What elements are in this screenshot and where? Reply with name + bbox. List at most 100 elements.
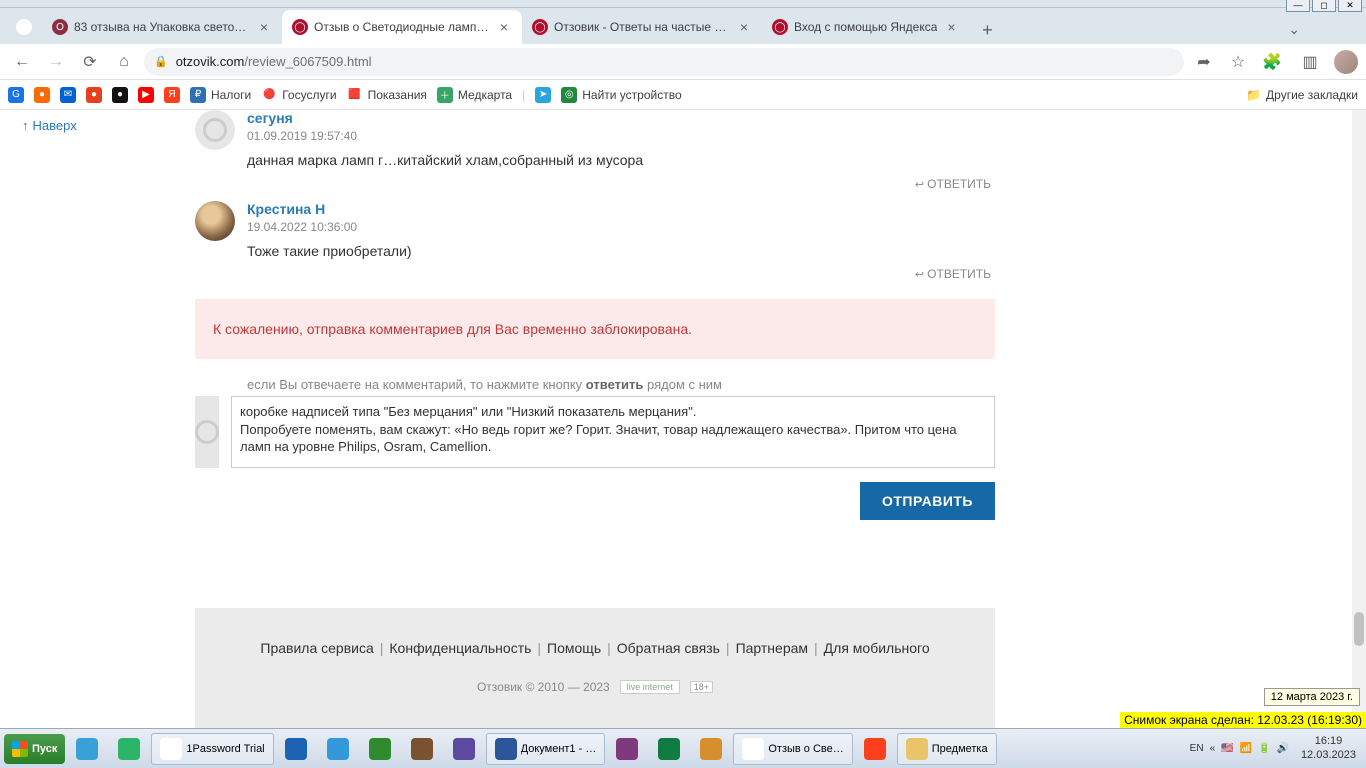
comment-textarea[interactable] <box>231 396 995 468</box>
footer-link[interactable]: Конфиденциальность <box>389 640 531 656</box>
tabs-dropdown-icon[interactable]: ⌄ <box>1282 15 1306 44</box>
extensions-icon[interactable]: 🧩 <box>1258 48 1286 76</box>
bookmark-item[interactable]: ＋Медкарта <box>437 87 512 103</box>
taskbar-app-icon <box>369 738 391 760</box>
bookmark-item[interactable]: ● <box>112 87 128 103</box>
bookmark-favicon-icon: G <box>8 87 24 103</box>
language-indicator[interactable]: EN <box>1190 743 1204 754</box>
user-avatar[interactable] <box>195 201 235 241</box>
taskbar-item[interactable]: Предметка <box>897 733 997 765</box>
submit-button[interactable]: ОТПРАВИТЬ <box>860 482 995 520</box>
window-close-button[interactable]: ✕ <box>1338 0 1362 12</box>
network-icon[interactable]: 📶 <box>1240 743 1252 754</box>
bookmark-favicon-icon: ✉ <box>60 87 76 103</box>
footer-link[interactable]: Для мобильного <box>824 640 930 656</box>
comment-username[interactable]: сегуня <box>247 110 995 126</box>
taskbar-app-icon <box>118 738 140 760</box>
tab-close-icon[interactable]: × <box>736 19 752 35</box>
taskbar-item[interactable] <box>109 733 149 765</box>
reply-link[interactable]: ОТВЕТИТЬ <box>195 267 995 281</box>
browser-tab[interactable]: G <box>6 10 42 44</box>
back-button[interactable]: ← <box>8 48 36 76</box>
bookmark-item[interactable]: ➤ <box>535 87 551 103</box>
tab-close-icon[interactable]: × <box>256 19 272 35</box>
taskbar-item[interactable]: Отзыв о Све… <box>733 733 852 765</box>
browser-tab[interactable]: ◯Вход с помощью Яндекса× <box>762 10 969 44</box>
bookmark-item[interactable]: 🔴Госуслуги <box>261 87 336 103</box>
page-viewport: ↑ Наверх сегуня 01.09.2019 19:57:40 данн… <box>0 110 1366 728</box>
taskbar-item[interactable] <box>649 733 689 765</box>
taskbar-item[interactable] <box>691 733 731 765</box>
bookmark-star-icon[interactable]: ☆ <box>1224 48 1252 76</box>
bookmark-item[interactable]: Я <box>164 87 180 103</box>
taskbar-item[interactable]: 1Password Trial <box>151 733 273 765</box>
taskbar-item[interactable] <box>318 733 358 765</box>
tab-favicon-icon: G <box>16 19 32 35</box>
bookmark-item[interactable]: ✉ <box>60 87 76 103</box>
taskbar-item[interactable] <box>607 733 647 765</box>
liveinternet-badge[interactable]: live internet <box>620 680 680 694</box>
window-titlebar: — ◻ ✕ <box>0 0 1366 8</box>
taskbar-item[interactable] <box>276 733 316 765</box>
footer-link[interactable]: Обратная связь <box>617 640 720 656</box>
window-maximize-button[interactable]: ◻ <box>1312 0 1336 12</box>
footer-link[interactable]: Партнерам <box>736 640 808 656</box>
taskbar-app-icon <box>453 738 475 760</box>
taskbar-app-icon <box>658 738 680 760</box>
footer-link[interactable]: Правила сервиса <box>260 640 373 656</box>
screenshot-info-bar: Снимок экрана сделан: 12.03.23 (16:19:30… <box>1120 712 1366 728</box>
bookmark-favicon-icon: ● <box>112 87 128 103</box>
browser-tab[interactable]: ◯Отзыв о Светодиодные лампы F× <box>282 10 522 44</box>
taskbar-item[interactable] <box>67 733 107 765</box>
system-tray: EN « 🇺🇸 📶 🔋 🔊 16:19 12.03.2023 <box>1190 735 1362 761</box>
bookmark-favicon-icon: 🔴 <box>261 87 277 103</box>
taskbar-app-icon <box>906 738 928 760</box>
home-button[interactable]: ⌂ <box>110 48 138 76</box>
bookmark-item[interactable]: ◎Найти устройство <box>561 87 681 103</box>
bookmark-item[interactable]: 🟥Показания <box>347 87 427 103</box>
bookmark-item[interactable]: ● <box>86 87 102 103</box>
scrollbar-thumb[interactable] <box>1354 612 1364 646</box>
reload-button[interactable]: ⟳ <box>76 48 104 76</box>
browser-tab[interactable]: ◯Отзовик - Ответы на частые во…× <box>522 10 762 44</box>
taskbar-item[interactable] <box>402 733 442 765</box>
scroll-to-top-link[interactable]: ↑ Наверх <box>22 118 77 133</box>
up-arrow-icon: ↑ <box>22 118 29 133</box>
tab-close-icon[interactable]: × <box>943 19 959 35</box>
start-button[interactable]: Пуск <box>4 734 65 764</box>
tab-close-icon[interactable]: × <box>496 19 512 35</box>
bookmark-favicon-icon: ◎ <box>561 87 577 103</box>
taskbar-app-icon <box>327 738 349 760</box>
browser-tab[interactable]: O83 отзыва на Упаковка светоди…× <box>42 10 282 44</box>
new-tab-button[interactable]: + <box>973 16 1001 44</box>
tray-chevron-icon[interactable]: « <box>1210 743 1216 754</box>
taskbar-clock[interactable]: 16:19 12.03.2023 <box>1295 735 1362 761</box>
footer-link[interactable]: Помощь <box>547 640 601 656</box>
tab-strip: G O83 отзыва на Упаковка светоди…×◯Отзыв … <box>0 8 1366 44</box>
forward-button[interactable]: → <box>42 48 70 76</box>
page-scrollbar[interactable] <box>1352 110 1366 728</box>
share-icon[interactable]: ➦ <box>1190 48 1218 76</box>
window-minimize-button[interactable]: — <box>1286 0 1310 12</box>
bookmark-favicon-icon: ▶ <box>138 87 154 103</box>
comment-username[interactable]: Крестина Н <box>247 201 995 217</box>
taskbar-item[interactable] <box>855 733 895 765</box>
flag-icon[interactable]: 🇺🇸 <box>1221 743 1233 754</box>
bookmark-item[interactable]: ₽Налоги <box>190 87 251 103</box>
volume-icon[interactable]: 🔊 <box>1276 743 1288 754</box>
reply-link[interactable]: ОТВЕТИТЬ <box>195 177 995 191</box>
profile-avatar-icon[interactable] <box>1334 50 1358 74</box>
reading-list-icon[interactable]: ▥ <box>1296 48 1324 76</box>
other-bookmarks[interactable]: 📁Другие закладки <box>1246 88 1358 102</box>
taskbar-item[interactable] <box>444 733 484 765</box>
comment-text: данная марка ламп г…китайский хлам,собра… <box>247 151 995 171</box>
taskbar-item[interactable]: Документ1 - … <box>486 733 606 765</box>
address-bar[interactable]: 🔒 otzovik.com/review_6067509.html <box>144 48 1184 76</box>
taskbar-app-icon <box>76 738 98 760</box>
user-avatar[interactable] <box>195 110 235 150</box>
battery-icon[interactable]: 🔋 <box>1258 743 1270 754</box>
taskbar-item[interactable] <box>360 733 400 765</box>
bookmark-item[interactable]: ● <box>34 87 50 103</box>
bookmark-item[interactable]: G <box>8 87 24 103</box>
bookmark-item[interactable]: ▶ <box>138 87 154 103</box>
